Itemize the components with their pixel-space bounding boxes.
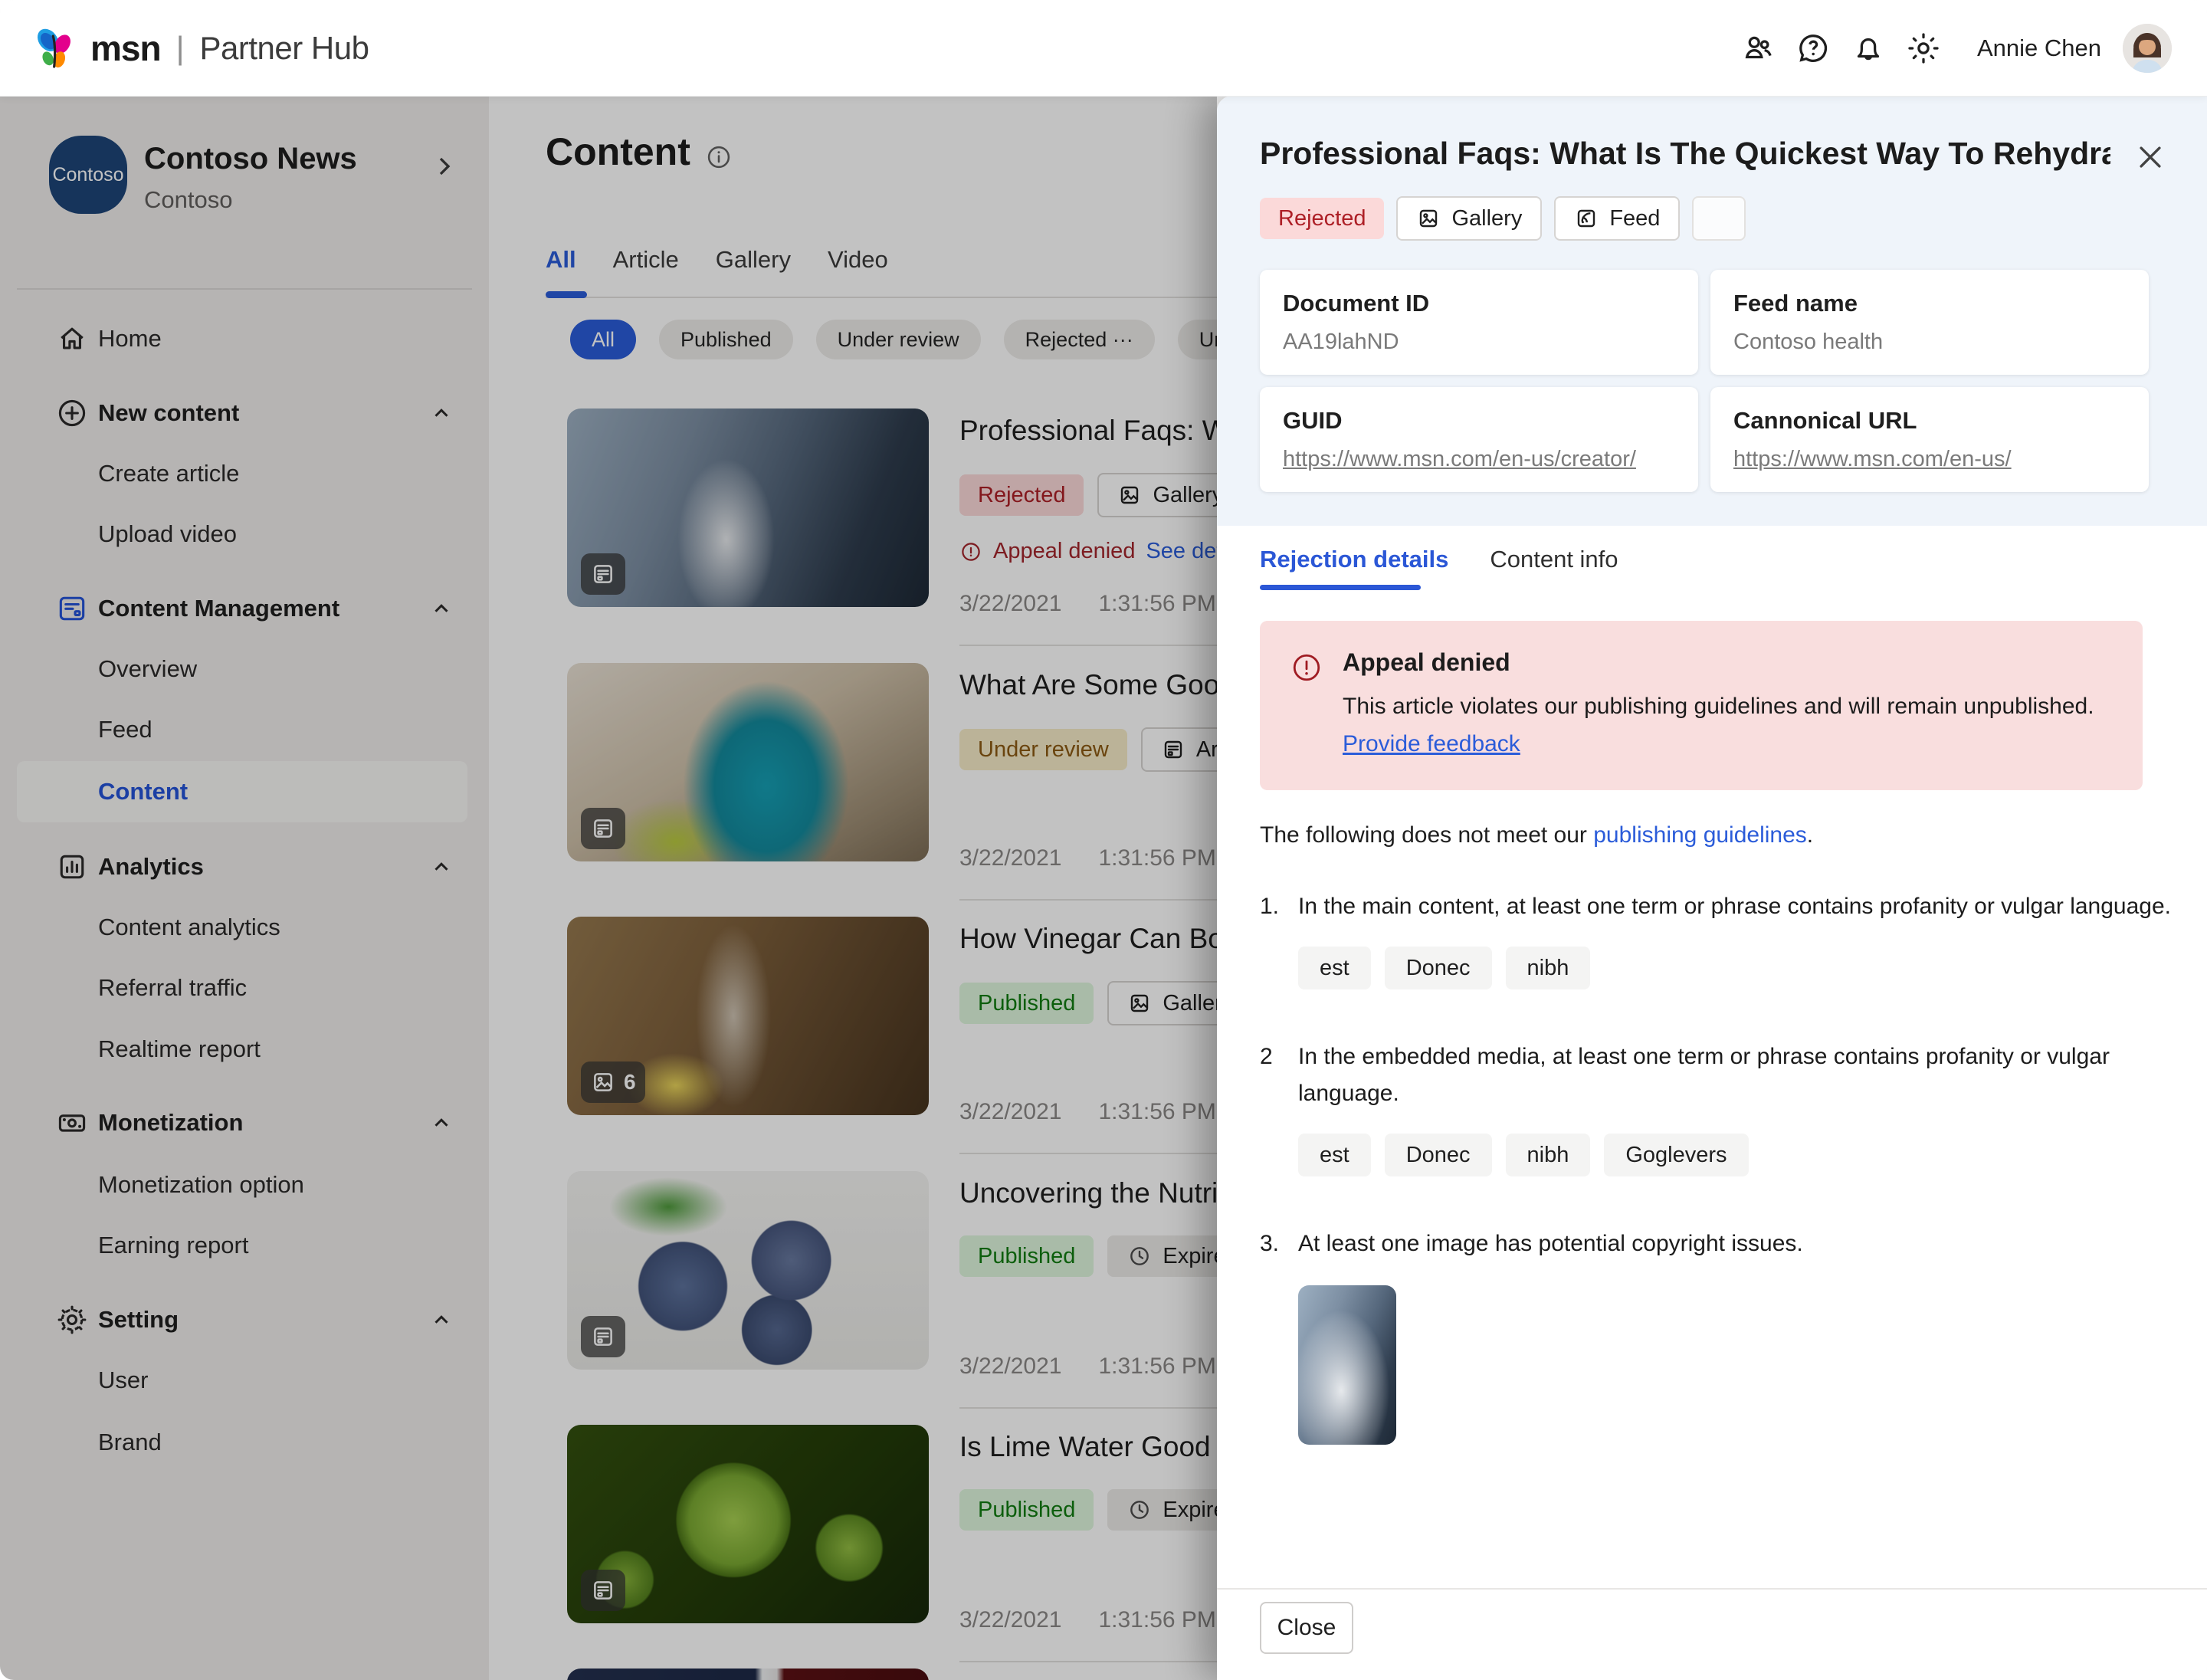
issue-1: 1. In the main content, at least one ter…: [1260, 888, 2164, 925]
status-badge: Rejected: [1260, 198, 1384, 239]
panel-body: Rejection details Content info Appeal de…: [1217, 526, 2207, 1588]
modal-dim-overlay: [0, 96, 1217, 1680]
term-chip: est: [1298, 947, 1371, 989]
msn-logo[interactable]: msn | Partner Hub: [31, 24, 369, 73]
brand-msn: msn: [90, 28, 161, 69]
copyright-issue-image: [1298, 1285, 1396, 1445]
gallery-badge: Gallery: [1396, 196, 1542, 241]
user-name[interactable]: Annie Chen: [1977, 34, 2101, 62]
panel-tabs: Rejection details Content info: [1260, 546, 2164, 590]
term-chip: nibh: [1506, 947, 1591, 989]
close-icon[interactable]: [2133, 140, 2167, 174]
feed-badge: Feed: [1554, 196, 1680, 241]
brand-divider: |: [176, 30, 185, 67]
partner-hub-window: msn | Partner Hub: [0, 0, 2207, 1680]
appeal-denied-alert: Appeal denied This article violates our …: [1260, 621, 2143, 790]
alert-title: Appeal denied: [1343, 648, 2112, 677]
term-chip: Donec: [1385, 947, 1492, 989]
term-chip: Donec: [1385, 1134, 1492, 1176]
panel-footer: Close: [1217, 1588, 2207, 1680]
msn-butterfly-icon: [31, 24, 80, 73]
error-icon: [1290, 648, 1324, 763]
cannonical-url-link[interactable]: https://www.msn.com/en-us/: [1733, 447, 2126, 472]
alert-body: This article violates our publishing gui…: [1343, 687, 2112, 763]
brand-product: Partner Hub: [200, 30, 369, 67]
cannonical-url-card: Cannonical URL https://www.msn.com/en-us…: [1710, 387, 2149, 492]
contacts-icon[interactable]: [1730, 21, 1786, 76]
top-bar: msn | Partner Hub: [0, 0, 2207, 97]
feed-name-card: Feed name Contoso health: [1710, 270, 2149, 375]
issue-2-tags: est Donec nibh Goglevers: [1298, 1134, 2164, 1176]
publishing-guidelines-link[interactable]: publishing guidelines: [1593, 822, 1807, 848]
guid-link[interactable]: https://www.msn.com/en-us/creator/: [1283, 447, 1675, 472]
term-chip: Goglevers: [1604, 1134, 1748, 1176]
notifications-icon[interactable]: [1841, 21, 1896, 76]
issue-2: 2 In the embedded media, at least one te…: [1260, 1039, 2164, 1112]
guidelines-sentence: The following does not meet our publishi…: [1260, 822, 2164, 848]
help-icon[interactable]: [1786, 21, 1841, 76]
issue-3: 3. At least one image has potential copy…: [1260, 1226, 2164, 1262]
avatar[interactable]: [2123, 24, 2172, 73]
rejection-details-panel: Professional Faqs: What Is The Quickest …: [1217, 96, 2207, 1680]
settings-icon[interactable]: [1896, 21, 1951, 76]
issue-1-tags: est Donec nibh: [1298, 947, 2164, 989]
active-tab-indicator: [1260, 585, 1421, 590]
term-chip: nibh: [1506, 1134, 1591, 1176]
panel-header: Professional Faqs: What Is The Quickest …: [1217, 96, 2207, 526]
document-id-card: Document ID AA19lahND: [1260, 270, 1698, 375]
tab-content-info[interactable]: Content info: [1490, 546, 1618, 573]
close-button[interactable]: Close: [1260, 1602, 1353, 1654]
guid-card: GUID https://www.msn.com/en-us/creator/: [1260, 387, 1698, 492]
term-chip: est: [1298, 1134, 1371, 1176]
provide-feedback-link[interactable]: Provide feedback: [1343, 731, 1520, 756]
empty-badge: [1692, 196, 1746, 241]
tab-rejection-details[interactable]: Rejection details: [1260, 546, 1448, 573]
panel-title: Professional Faqs: What Is The Quickest …: [1260, 136, 2110, 172]
